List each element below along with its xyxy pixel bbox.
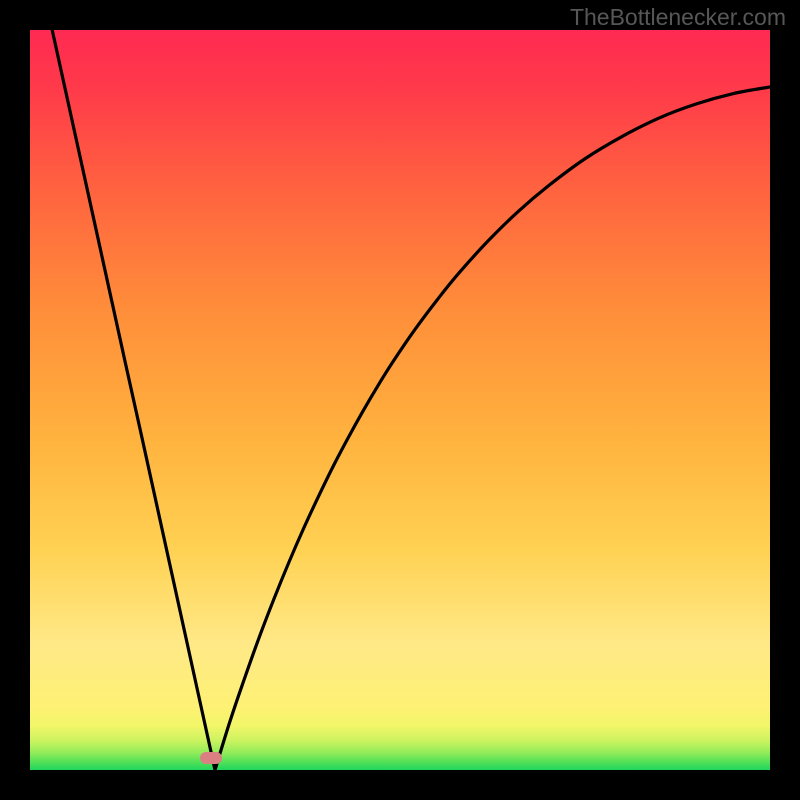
- watermark-text: TheBottlenecker.com: [570, 4, 786, 31]
- plot-area: [30, 30, 770, 770]
- optimal-marker: [200, 752, 222, 764]
- chart-svg: [30, 30, 770, 770]
- chart-container: TheBottlenecker.com: [0, 0, 800, 800]
- gradient-background: [30, 30, 770, 770]
